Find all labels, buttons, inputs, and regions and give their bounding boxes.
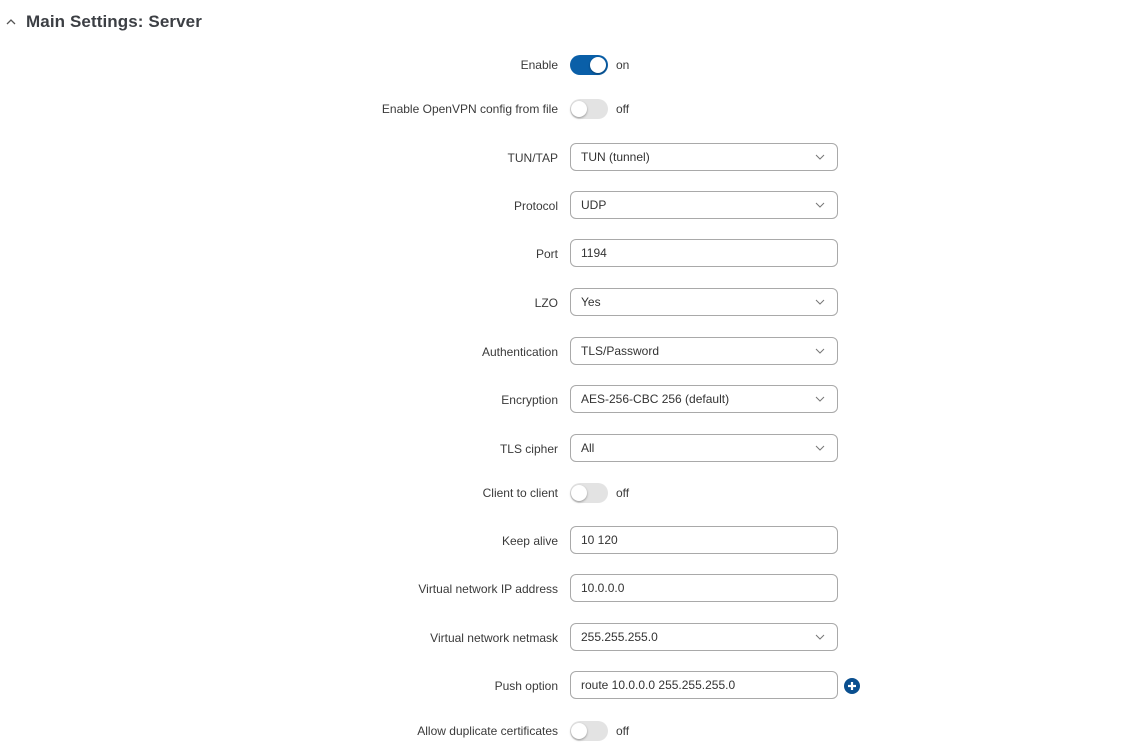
vnet-ip-input[interactable]: 10.0.0.0 — [570, 574, 838, 602]
row-push-option: Push option route 10.0.0.0 255.255.255.0 — [0, 671, 1128, 701]
label-push-option: Push option — [494, 679, 558, 693]
keep-alive-value: 10 120 — [581, 533, 618, 547]
row-tls-cipher: TLS cipher All — [0, 434, 1128, 464]
label-port: Port — [535, 247, 558, 261]
authentication-value: TLS/Password — [581, 344, 660, 358]
label-tls-cipher: TLS cipher — [499, 442, 558, 456]
tls-cipher-value: All — [581, 441, 595, 455]
tls-cipher-select[interactable]: All — [570, 434, 838, 462]
row-vnet-netmask: Virtual network netmask 255.255.255.0 — [0, 623, 1128, 653]
row-authentication: Authentication TLS/Password — [0, 337, 1128, 367]
lzo-value: Yes — [581, 295, 601, 309]
config-from-file-state: off — [616, 102, 630, 116]
plus-circle-icon — [848, 682, 856, 690]
label-allow-dup-certs: Allow duplicate certificates — [417, 724, 558, 738]
row-keep-alive: Keep alive 10 120 — [0, 526, 1128, 556]
encryption-value: AES-256-CBC 256 (default) — [581, 392, 730, 406]
label-enable: Enable — [520, 58, 558, 72]
label-encryption: Encryption — [501, 393, 558, 407]
allow-dup-certs-toggle[interactable] — [570, 721, 608, 741]
allow-dup-certs-state: off — [616, 724, 630, 738]
tun-tap-select[interactable]: TUN (tunnel) — [570, 143, 838, 171]
chevron-down-icon — [815, 299, 825, 305]
add-push-option-button[interactable] — [844, 678, 860, 694]
chevron-down-icon — [815, 445, 825, 451]
label-vnet-ip: Virtual network IP address — [418, 582, 558, 596]
row-tun-tap: TUN/TAP TUN (tunnel) — [0, 143, 1128, 173]
chevron-down-icon — [815, 202, 825, 208]
row-allow-dup-certs: Allow duplicate certificates off — [0, 716, 1128, 746]
push-option-value: route 10.0.0.0 255.255.255.0 — [581, 678, 736, 692]
row-encryption: Encryption AES-256-CBC 256 (default) — [0, 385, 1128, 415]
section-header-main-settings[interactable]: Main Settings: Server — [4, 12, 202, 32]
tun-tap-value: TUN (tunnel) — [581, 150, 650, 164]
protocol-value: UDP — [581, 198, 607, 212]
port-value: 1194 — [581, 246, 607, 260]
label-vnet-netmask: Virtual network netmask — [430, 631, 558, 645]
chevron-down-icon — [815, 396, 825, 402]
vnet-ip-value: 10.0.0.0 — [581, 581, 625, 595]
keep-alive-input[interactable]: 10 120 — [570, 526, 838, 554]
port-input[interactable]: 1194 — [570, 239, 838, 267]
row-protocol: Protocol UDP — [0, 191, 1128, 221]
row-enable: Enable on — [0, 50, 1128, 80]
chevron-down-icon — [815, 154, 825, 160]
label-client-to-client: Client to client — [482, 486, 558, 500]
enable-state: on — [616, 58, 630, 72]
protocol-select[interactable]: UDP — [570, 191, 838, 219]
config-from-file-toggle[interactable] — [570, 99, 608, 119]
label-tun-tap: TUN/TAP — [507, 151, 558, 165]
label-config-from-file: Enable OpenVPN config from file — [381, 102, 558, 116]
row-port: Port 1194 — [0, 239, 1128, 269]
vnet-netmask-select[interactable]: 255.255.255.0 — [570, 623, 838, 651]
row-client-to-client: Client to client off — [0, 478, 1128, 508]
row-lzo: LZO Yes — [0, 288, 1128, 318]
chevron-down-icon — [815, 348, 825, 354]
client-to-client-state: off — [616, 486, 630, 500]
chevron-down-icon — [815, 634, 825, 640]
client-to-client-toggle[interactable] — [570, 483, 608, 503]
authentication-select[interactable]: TLS/Password — [570, 337, 838, 365]
row-config-from-file: Enable OpenVPN config from file off — [0, 94, 1128, 124]
push-option-input[interactable]: route 10.0.0.0 255.255.255.0 — [570, 671, 838, 699]
section-title: Main Settings: Server — [26, 12, 202, 31]
label-lzo: LZO — [534, 296, 558, 310]
lzo-select[interactable]: Yes — [570, 288, 838, 316]
vnet-netmask-value: 255.255.255.0 — [581, 630, 658, 644]
row-vnet-ip: Virtual network IP address 10.0.0.0 — [0, 574, 1128, 604]
encryption-select[interactable]: AES-256-CBC 256 (default) — [570, 385, 838, 413]
enable-toggle[interactable] — [570, 55, 608, 75]
chevron-up-icon[interactable] — [4, 15, 18, 29]
label-authentication: Authentication — [481, 345, 558, 359]
label-keep-alive: Keep alive — [501, 534, 558, 548]
label-protocol: Protocol — [513, 199, 558, 213]
